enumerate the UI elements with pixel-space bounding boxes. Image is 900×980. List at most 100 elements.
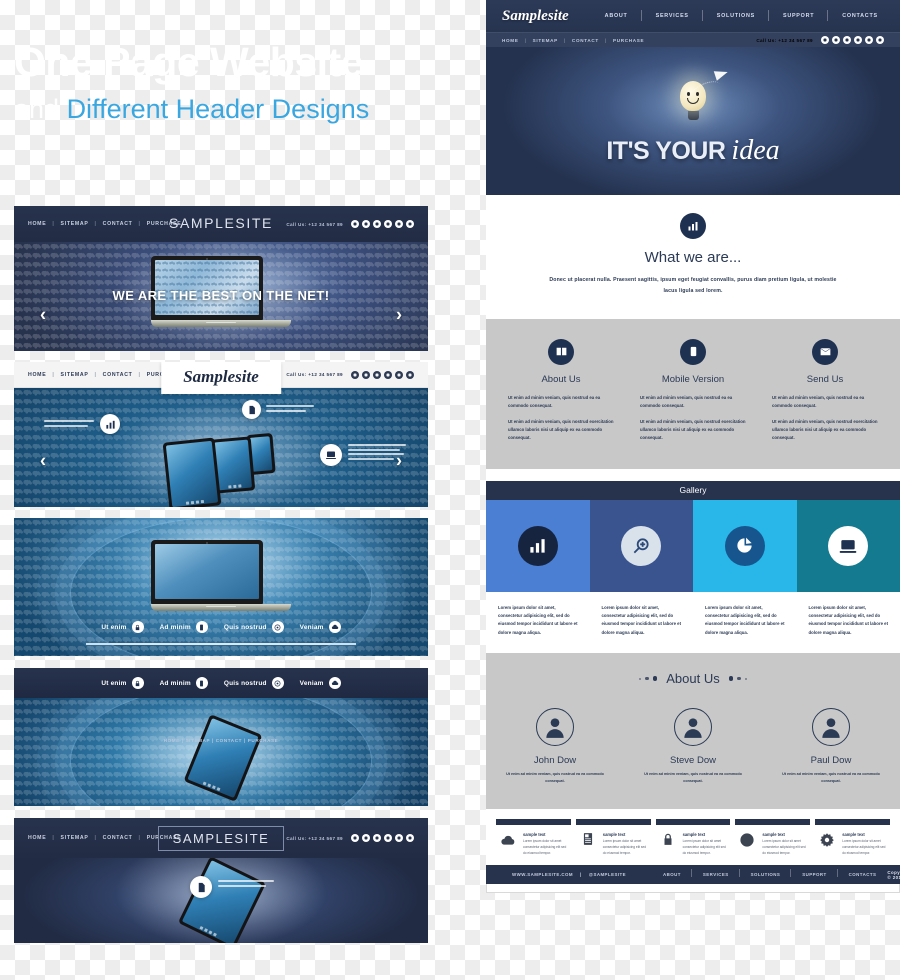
social-youtube-icon[interactable] — [406, 834, 414, 842]
footer-menu-contacts[interactable]: CONTACTS — [838, 872, 888, 877]
laptop-icon — [828, 525, 869, 566]
nav-purchase[interactable]: PURCHASE — [147, 221, 182, 227]
menu-item-quis-nostrud[interactable]: Quis nostrud — [224, 677, 284, 689]
menu-item-quis-nostrud[interactable]: Quis nostrud — [224, 621, 284, 633]
social-facebook-icon[interactable] — [351, 834, 359, 842]
feature-box-clock[interactable]: sample text Lorem ipsum dolor sit amet co… — [735, 819, 811, 857]
social-facebook-icon[interactable] — [821, 36, 829, 44]
social-youtube-icon[interactable] — [406, 220, 414, 228]
social-youtube-icon[interactable] — [406, 370, 414, 379]
feature-box-cloud[interactable]: sample text Lorem ipsum dolor sit amet co… — [496, 819, 571, 857]
menu-about[interactable]: ABOUT — [591, 10, 642, 21]
social-icons[interactable] — [351, 220, 414, 228]
nav-home[interactable]: HOME — [28, 372, 46, 378]
document-icon[interactable] — [242, 400, 261, 419]
social-twitter-icon[interactable] — [832, 36, 840, 44]
gallery-tile-pie[interactable] — [693, 499, 797, 592]
footer-site-url[interactable]: WWW.SAMPLESITE.COM — [512, 872, 573, 877]
social-linkedin-icon[interactable] — [384, 834, 392, 842]
menu-item-ut-enim[interactable]: Ut enim — [101, 677, 144, 689]
social-linkedin-icon[interactable] — [384, 220, 392, 228]
feature-box-server[interactable]: sample text Lorem ipsum dolor sit amet co… — [575, 819, 651, 857]
document-icon[interactable] — [190, 876, 212, 898]
gallery-caption: Lorem ipsum dolor sit amet, consectetur … — [486, 604, 590, 638]
nav-purchase[interactable]: PURCHASE — [248, 738, 279, 743]
feature-icon-strip: sample text Lorem ipsum dolor sit amet co… — [486, 809, 900, 866]
nav-home[interactable]: HOME — [502, 38, 519, 43]
pie-chart-icon — [724, 525, 765, 566]
site-logo[interactable]: Samplesite — [502, 8, 569, 25]
footer-menu-support[interactable]: SUPPORT — [791, 869, 839, 878]
nav-sep: | — [243, 738, 246, 743]
social-twitter-icon[interactable] — [362, 370, 370, 379]
footer-menu-services[interactable]: SERVICES — [692, 869, 740, 878]
menu-support[interactable]: SUPPORT — [769, 10, 829, 21]
nav-contact[interactable]: CONTACT — [103, 221, 133, 227]
social-googleplus-icon[interactable] — [843, 36, 851, 44]
carousel-next-button[interactable]: › — [396, 304, 402, 325]
nav-purchase[interactable]: PURCHASE — [613, 38, 644, 43]
gallery-caption: Lorem ipsum dolor sit amet, consectetur … — [693, 604, 797, 638]
carousel-prev-button[interactable]: ‹ — [40, 304, 46, 325]
bar-chart-icon[interactable] — [100, 414, 120, 434]
social-facebook-icon[interactable] — [351, 220, 359, 228]
nav-sitemap[interactable]: SITEMAP — [61, 372, 89, 378]
social-rss-icon[interactable] — [395, 834, 403, 842]
menu-item-ad-minim[interactable]: Ad minim — [160, 677, 208, 689]
menu-item-ut-enim[interactable]: Ut enim — [101, 621, 144, 633]
feature-box-gear[interactable]: sample text Lorem ipsum dolor sit amet co… — [815, 819, 890, 857]
menu-item-ad-minim[interactable]: Ad minim — [160, 621, 208, 633]
social-linkedin-icon[interactable] — [384, 370, 392, 379]
carousel-next-button[interactable]: › — [396, 450, 402, 471]
column-send-us: Send Us Ut enim ad minim veniam, quis no… — [764, 338, 886, 443]
nav-contact[interactable]: CONTACT — [103, 372, 133, 378]
social-googleplus-icon[interactable] — [373, 370, 381, 379]
menu-item-veniam[interactable]: Veniam — [300, 677, 341, 689]
social-googleplus-icon[interactable] — [373, 834, 381, 842]
social-facebook-icon[interactable] — [351, 370, 359, 379]
carousel-prev-button[interactable]: ‹ — [40, 450, 46, 471]
feature-bullets-1 — [44, 420, 94, 429]
gallery-captions: Lorem ipsum dolor sit amet, consectetur … — [486, 591, 900, 654]
section-gap — [486, 468, 900, 481]
social-icons[interactable] — [351, 834, 414, 842]
footer-handle[interactable]: @SAMPLESITE — [589, 872, 626, 877]
social-twitter-icon[interactable] — [362, 220, 370, 228]
footer-menu-solutions[interactable]: SOLUTIONS — [740, 869, 792, 878]
user-avatar-icon — [812, 708, 850, 747]
gallery-tile-chart[interactable] — [486, 499, 590, 592]
social-rss-icon[interactable] — [865, 36, 873, 44]
column-paragraph-2: Ut enim ad minim veniam, quis nostrud ex… — [772, 418, 878, 441]
nav-home[interactable]: HOME — [164, 738, 180, 743]
menu-item-veniam[interactable]: Veniam — [300, 621, 341, 633]
gallery-tile-search[interactable] — [589, 499, 693, 592]
social-youtube-icon[interactable] — [876, 36, 884, 44]
footer-menu-about[interactable]: ABOUT — [652, 869, 692, 878]
nav-home[interactable]: HOME — [28, 221, 46, 227]
menu-solutions[interactable]: SOLUTIONS — [703, 10, 770, 21]
social-icons[interactable] — [351, 370, 414, 379]
nav-purchase[interactable]: PURCHASE — [147, 835, 182, 841]
social-rss-icon[interactable] — [395, 370, 403, 379]
laptop-icon[interactable] — [320, 444, 342, 466]
menu-services[interactable]: SERVICES — [642, 10, 703, 21]
nav-sitemap[interactable]: SITEMAP — [61, 221, 89, 227]
nav-contact[interactable]: CONTACT — [216, 738, 242, 743]
feature-box-lock[interactable]: sample text Lorem ipsum dolor sit amet co… — [655, 819, 731, 857]
nav-sitemap[interactable]: SITEMAP — [186, 738, 211, 743]
social-twitter-icon[interactable] — [362, 834, 370, 842]
nav-sitemap[interactable]: SITEMAP — [61, 835, 89, 841]
menu-contacts[interactable]: CONTACTS — [828, 13, 892, 19]
social-googleplus-icon[interactable] — [373, 220, 381, 228]
nav-contact[interactable]: CONTACT — [103, 835, 133, 841]
social-rss-icon[interactable] — [395, 220, 403, 228]
hero-bold-text: IT'S YOUR — [606, 137, 726, 165]
social-icons[interactable] — [821, 36, 884, 44]
nav-home[interactable]: HOME — [28, 835, 46, 841]
gallery-tile-laptop[interactable] — [796, 499, 900, 592]
social-linkedin-icon[interactable] — [854, 36, 862, 44]
nav-sitemap[interactable]: SITEMAP — [533, 38, 558, 43]
nav-sep: | — [563, 37, 566, 43]
nav-contact[interactable]: CONTACT — [572, 38, 599, 43]
lock-icon — [131, 621, 144, 633]
